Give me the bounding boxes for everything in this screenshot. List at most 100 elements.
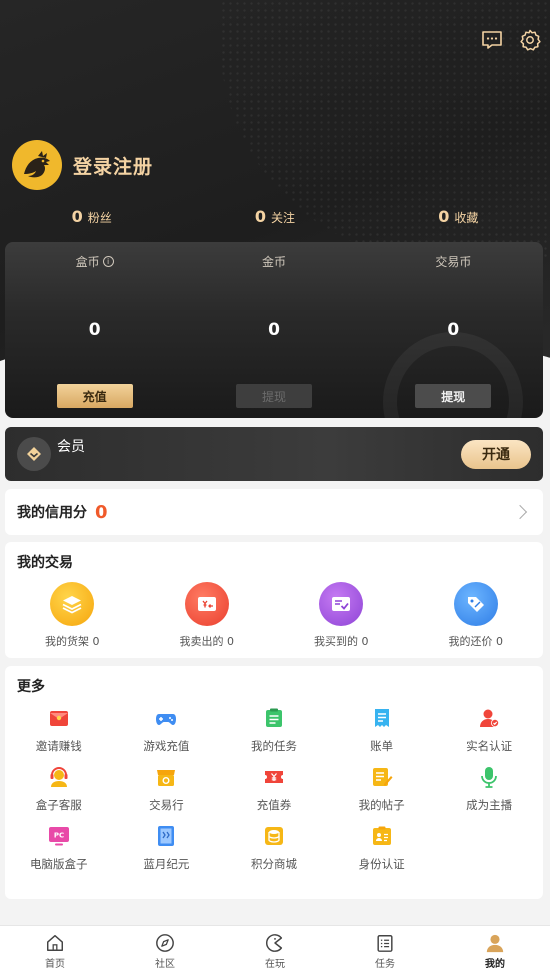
trade-label: 我的货架 0	[45, 635, 100, 648]
grid-item-blue-moon[interactable]: 蓝月纪元	[113, 824, 221, 883]
credit-value: 0	[95, 501, 108, 523]
trade-item-bought[interactable]: 我买到的 0	[274, 582, 409, 649]
profile-row[interactable]: 登录注册	[12, 140, 153, 190]
credit-score-row[interactable]: 我的信用分 0	[5, 489, 543, 535]
message-icon[interactable]	[480, 28, 504, 52]
grid-item-identity[interactable]: 身份认证	[328, 824, 436, 883]
grid-item-real-name[interactable]: 实名认证	[435, 706, 543, 765]
stat-label: 收藏	[454, 211, 479, 225]
bottom-tab-bar: 首页 社区 在玩 任务 我的	[0, 925, 550, 970]
grid-item-recharge-coupon[interactable]: 充值券	[220, 765, 328, 824]
section-title: 我的交易	[17, 555, 73, 571]
grid-label: 电脑版盒子	[30, 857, 88, 871]
tab-community[interactable]: 社区	[110, 926, 220, 970]
gear-icon[interactable]	[518, 28, 542, 52]
grid-label: 账单	[370, 739, 394, 753]
tab-home[interactable]: 首页	[0, 926, 110, 970]
more-grid: 邀请赚钱 游戏充值 我的任务 账单 实名认证 盒子客服 交易行 充值券 我的帖子…	[5, 706, 543, 883]
member-label: 会员	[57, 439, 85, 455]
grid-row: 邀请赚钱 游戏充值 我的任务 账单 实名认证	[5, 706, 543, 765]
grid-row: PC 电脑版盒子 蓝月纪元 积分商城 身份认证	[5, 824, 543, 883]
recharge-button[interactable]: 充值	[56, 384, 133, 408]
stat-label: 粉丝	[87, 211, 112, 225]
login-register-link[interactable]: 登录注册	[73, 152, 153, 179]
wallet-value: 0	[447, 320, 460, 340]
grid-label: 邀请赚钱	[35, 739, 82, 753]
grid-item-game-recharge[interactable]: 游戏充值	[113, 706, 221, 765]
tab-playing[interactable]: 在玩	[220, 926, 330, 970]
home-icon	[47, 935, 63, 951]
stat-label: 关注	[271, 211, 296, 225]
grid-label: 交易行	[149, 798, 184, 812]
grid-row: 盒子客服 交易行 充值券 我的帖子 成为主播	[5, 765, 543, 824]
wallet-value: 0	[88, 320, 101, 340]
trade-item-counteroffer[interactable]: 我的还价 0	[409, 582, 544, 649]
compass-icon	[156, 934, 174, 952]
diamond-icon	[17, 437, 51, 471]
grid-label: 成为主播	[466, 798, 513, 812]
gamepad-icon	[154, 706, 178, 730]
grid-item-my-tasks[interactable]: 我的任务	[220, 706, 328, 765]
header-actions	[480, 28, 542, 52]
grid-label: 身份认证	[358, 857, 405, 871]
coupon-icon	[262, 765, 286, 789]
withdraw-trade-button[interactable]: 提现	[415, 384, 492, 408]
section-title: 更多	[17, 679, 45, 695]
stat-value: 0	[438, 207, 450, 226]
stat-favorites[interactable]: 0 收藏	[367, 207, 550, 226]
wallet-label: 金币	[261, 255, 286, 269]
dragon-logo-graphic	[24, 151, 50, 178]
chevron-right-icon	[512, 504, 528, 520]
stat-value: 0	[254, 207, 267, 226]
trade-label: 我买到的 0	[314, 635, 369, 648]
tab-label: 社区	[155, 959, 175, 970]
wallet-box-coins: 盒币 i 0 充值	[5, 242, 184, 418]
trade-item-shelf[interactable]: 我的货架 0	[5, 582, 140, 649]
profile-stats: 0 粉丝 0 关注 0 收藏	[0, 207, 550, 226]
grid-label: 实名认证	[466, 739, 513, 753]
tab-label: 任务	[375, 959, 395, 970]
stat-followers[interactable]: 0 粉丝	[0, 207, 183, 226]
grid-item-invite[interactable]: 邀请赚钱	[5, 706, 113, 765]
sold-icon	[184, 582, 229, 626]
my-trades-card: 我的交易 我的货架 0 我卖出的 0 我买到的 0 我的还价 0	[5, 542, 543, 658]
book-icon	[154, 824, 178, 848]
membership-bar[interactable]: 会员 开通	[5, 427, 543, 481]
info-icon[interactable]: i	[102, 256, 114, 267]
dragon-logo[interactable]	[12, 140, 62, 190]
tab-tasks[interactable]: 任务	[330, 926, 440, 970]
more-card: 更多 邀请赚钱 游戏充值 我的任务 账单 实名认证 盒子客服 交易行 充值券 我…	[5, 666, 543, 899]
verify-icon	[477, 706, 501, 730]
credit-label: 我的信用分	[17, 505, 87, 521]
bill-icon	[370, 706, 394, 730]
withdraw-gold-button[interactable]: 提现	[235, 384, 312, 408]
wallet-label: 交易币	[435, 255, 472, 269]
grid-label: 积分商城	[250, 857, 297, 871]
trade-label: 我卖出的 0	[179, 635, 235, 648]
shop-icon	[154, 765, 178, 789]
wallet-label: 盒币 i	[76, 253, 114, 270]
pc-glyph: PC	[54, 832, 64, 840]
wallet-card: 盒币 i 0 充值 金币 0 提现 交易币 0 提现	[5, 242, 543, 418]
trade-item-sold[interactable]: 我卖出的 0	[140, 582, 275, 649]
grid-item-pc-box[interactable]: PC 电脑版盒子	[5, 824, 113, 883]
stat-value: 0	[71, 207, 83, 226]
stat-following[interactable]: 0 关注	[183, 207, 366, 226]
wallet-gold-coins: 金币 0 提现	[184, 242, 363, 418]
trade-row: 我的货架 0 我卖出的 0 我买到的 0 我的还价 0	[5, 582, 543, 649]
grid-item-bill[interactable]: 账单	[328, 706, 436, 765]
grid-item-become-streamer[interactable]: 成为主播	[435, 765, 543, 824]
red-envelope-icon	[47, 706, 71, 730]
grid-item-points-mall[interactable]: 积分商城	[220, 824, 328, 883]
bought-icon	[319, 582, 364, 626]
grid-item-trading-house[interactable]: 交易行	[113, 765, 221, 824]
tab-mine[interactable]: 我的	[440, 926, 550, 970]
layers-icon	[50, 582, 95, 626]
task-icon	[262, 706, 286, 730]
open-membership-button[interactable]: 开通	[461, 439, 531, 469]
grid-label: 游戏充值	[143, 739, 190, 753]
trade-label: 我的还价 0	[448, 635, 504, 648]
grid-item-customer-service[interactable]: 盒子客服	[5, 765, 113, 824]
grid-label: 我的任务	[250, 739, 297, 753]
grid-item-my-posts[interactable]: 我的帖子	[328, 765, 436, 824]
